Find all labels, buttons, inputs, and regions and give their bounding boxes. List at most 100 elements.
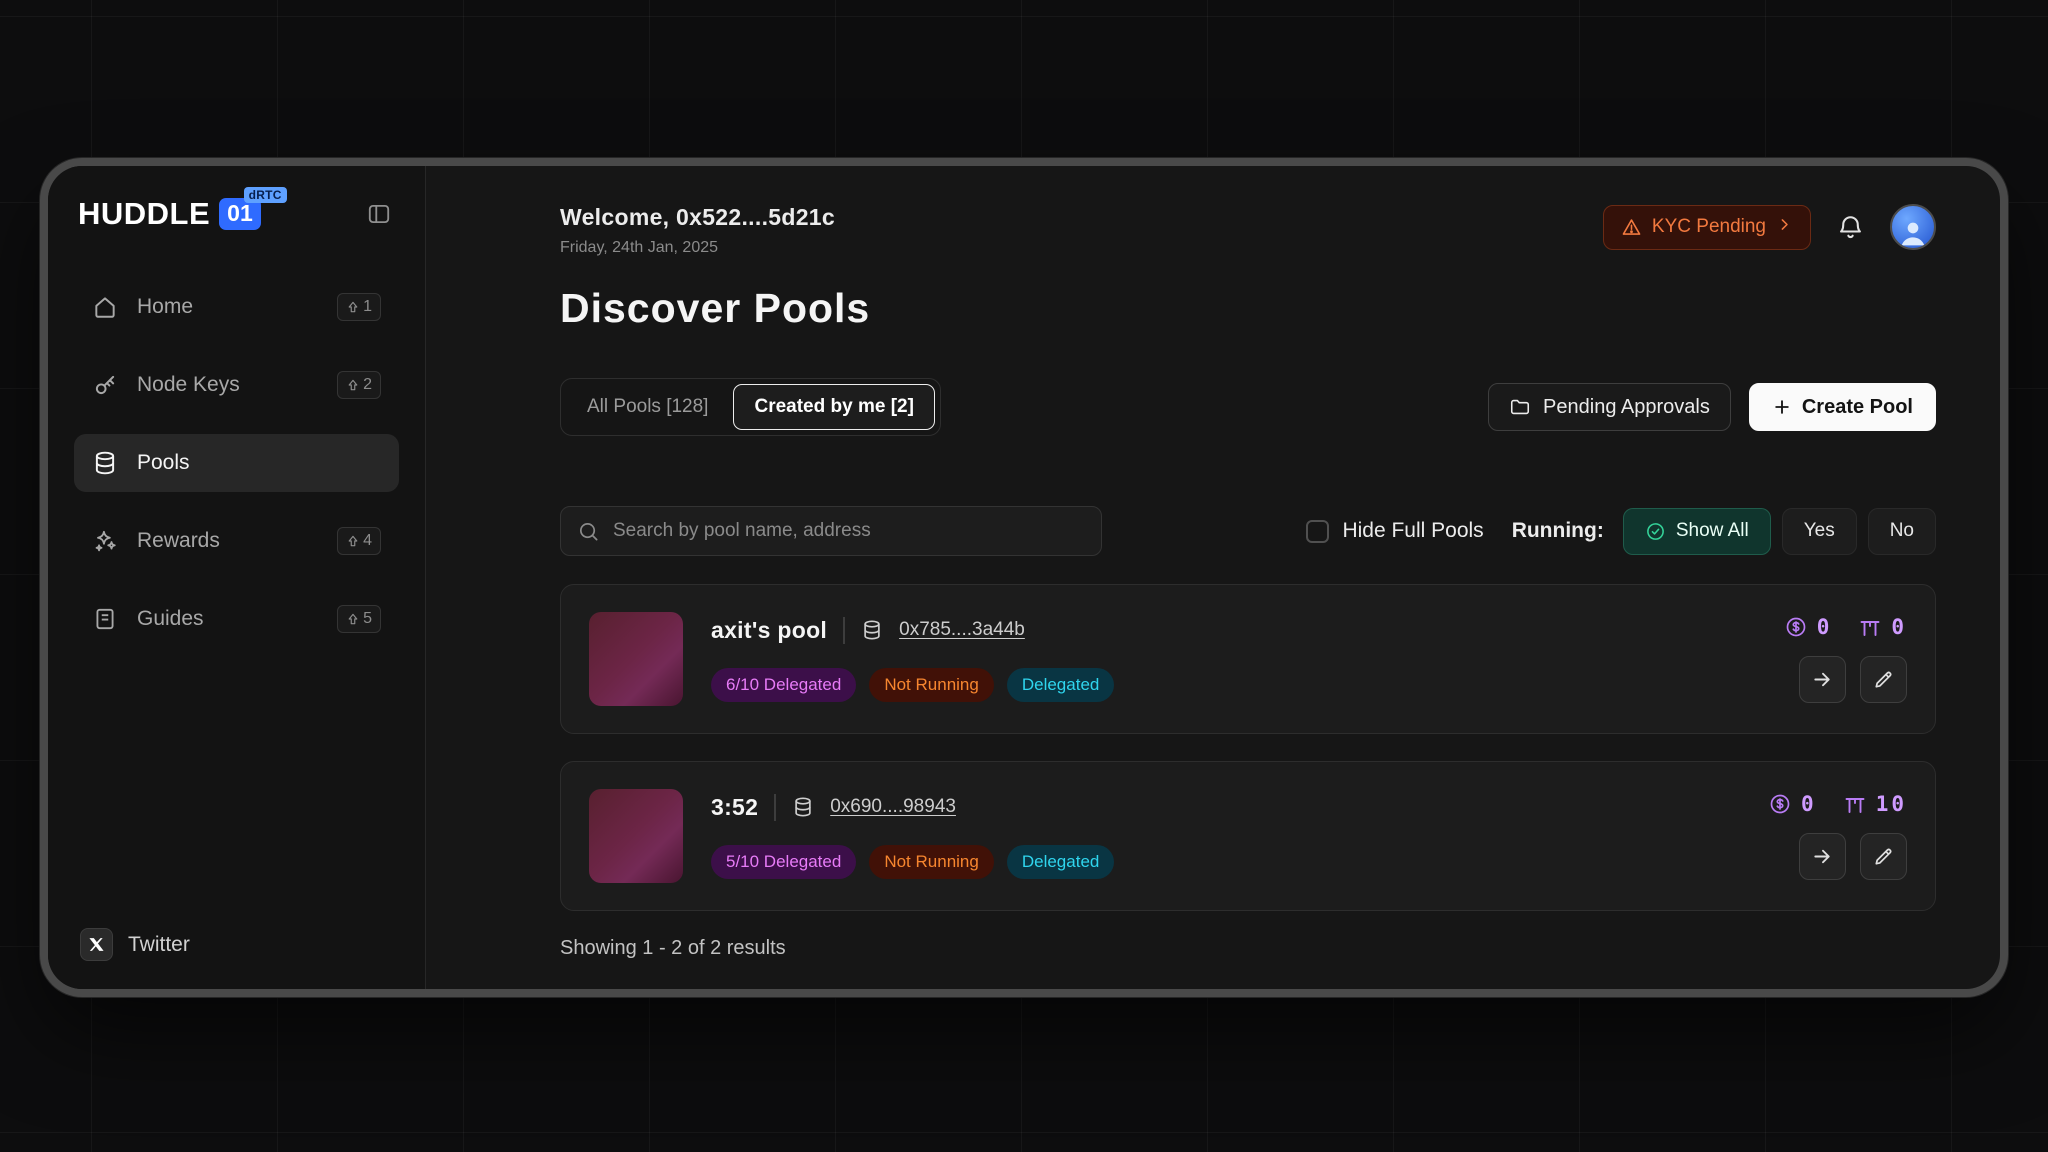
- pool-info: 3:52 0x690....98943 5/10 Delegated Not R…: [711, 794, 1114, 879]
- x-logo-icon[interactable]: [80, 928, 113, 961]
- pencil-icon: [1872, 668, 1895, 691]
- shift-icon: [346, 300, 360, 314]
- app-window: HUDDLE 01 dRTC Home: [48, 166, 2000, 989]
- shortcut-number: 5: [363, 610, 372, 628]
- kyc-pending-button[interactable]: KYC Pending: [1603, 205, 1811, 250]
- shortcut-badge: 4: [337, 527, 381, 555]
- notifications-bell-icon[interactable]: [1836, 213, 1865, 242]
- sidebar-item-pools[interactable]: Pools: [74, 434, 399, 492]
- shift-icon: [346, 612, 360, 626]
- nodes-count: 10: [1876, 792, 1907, 816]
- edit-pool-button[interactable]: [1860, 833, 1907, 880]
- database-icon: [792, 796, 814, 818]
- edit-pool-button[interactable]: [1860, 656, 1907, 703]
- pool-card: axit's pool 0x785....3a44b 6/10 Delegate…: [560, 584, 1936, 734]
- create-pool-button[interactable]: Create Pool: [1749, 383, 1936, 431]
- shortcut-badge: 1: [337, 293, 381, 321]
- running-show-all-button[interactable]: Show All: [1623, 508, 1771, 555]
- sidebar-item-label: Rewards: [137, 529, 318, 553]
- credits-count: 0: [1817, 615, 1833, 639]
- hide-full-pools-checkbox[interactable]: [1306, 520, 1329, 543]
- sidebar-item-home[interactable]: Home 1: [74, 278, 399, 336]
- sidebar-item-rewards[interactable]: Rewards 4: [74, 512, 399, 570]
- coin-dollar-icon: [1784, 615, 1808, 639]
- tab-created-by-me[interactable]: Created by me [2]: [733, 384, 934, 430]
- pools-tabs: All Pools [128] Created by me [2]: [560, 378, 941, 436]
- sidebar-item-node-keys[interactable]: Node Keys 2: [74, 356, 399, 414]
- shortcut-number: 1: [363, 298, 372, 316]
- shortcut-number: 4: [363, 532, 372, 550]
- sidebar-item-guides[interactable]: Guides 5: [74, 590, 399, 648]
- running-no-button[interactable]: No: [1868, 508, 1936, 555]
- sidebar-item-label: Guides: [137, 607, 318, 631]
- welcome-text: Welcome, 0x522....5d21c: [560, 204, 835, 231]
- nodes-stat: 0: [1858, 615, 1907, 639]
- sidebar-item-label: Pools: [137, 451, 381, 475]
- key-icon: [92, 372, 118, 398]
- pool-name: axit's pool: [711, 617, 827, 644]
- pool-address-link[interactable]: 0x690....98943: [830, 796, 956, 818]
- database-icon: [92, 450, 118, 476]
- open-pool-button[interactable]: [1799, 656, 1846, 703]
- pool-name: 3:52: [711, 794, 758, 821]
- plus-icon: [1772, 397, 1792, 417]
- desktop-background: HUDDLE 01 dRTC Home: [0, 0, 2048, 1152]
- page-title: Discover Pools: [560, 285, 1936, 332]
- user-avatar[interactable]: [1890, 204, 1936, 250]
- search-icon: [577, 520, 600, 543]
- mode-badge: Delegated: [1007, 668, 1115, 702]
- twitter-link[interactable]: Twitter: [128, 933, 190, 957]
- sidebar: HUDDLE 01 dRTC Home: [48, 166, 426, 989]
- sidebar-item-label: Home: [137, 295, 318, 319]
- arrow-right-icon: [1811, 845, 1834, 868]
- credits-stat: 0: [1784, 615, 1833, 639]
- sidebar-item-label: Node Keys: [137, 373, 318, 397]
- pool-address-link[interactable]: 0x785....3a44b: [899, 619, 1025, 641]
- sidebar-collapse-icon[interactable]: [363, 198, 395, 230]
- shortcut-number: 2: [363, 376, 372, 394]
- coin-dollar-icon: [1768, 792, 1792, 816]
- nodes-stat: 10: [1843, 792, 1907, 816]
- running-label: Running:: [1512, 519, 1604, 543]
- open-pool-button[interactable]: [1799, 833, 1846, 880]
- kyc-pending-label: KYC Pending: [1652, 216, 1766, 238]
- logo-drtc-badge: dRTC: [244, 187, 287, 203]
- toolbar-actions: Pending Approvals Create Pool: [1488, 383, 1936, 431]
- folder-icon: [1509, 396, 1531, 418]
- show-all-label: Show All: [1676, 520, 1749, 542]
- pending-approvals-button[interactable]: Pending Approvals: [1488, 383, 1731, 431]
- top-bar: Welcome, 0x522....5d21c Friday, 24th Jan…: [560, 204, 1936, 257]
- search-input[interactable]: [613, 520, 1085, 542]
- sparkles-icon: [92, 528, 118, 554]
- tab-all-pools[interactable]: All Pools [128]: [566, 384, 729, 430]
- pool-card: 3:52 0x690....98943 5/10 Delegated Not R…: [560, 761, 1936, 911]
- divider: [843, 617, 845, 644]
- pool-avatar: [589, 789, 683, 883]
- arrow-right-icon: [1811, 668, 1834, 691]
- search-box[interactable]: [560, 506, 1102, 556]
- hide-full-pools-label: Hide Full Pools: [1342, 519, 1483, 543]
- sidebar-footer: Twitter: [74, 928, 399, 961]
- pencil-icon: [1872, 845, 1895, 868]
- delegation-badge: 6/10 Delegated: [711, 668, 856, 702]
- shift-icon: [346, 378, 360, 392]
- top-actions: KYC Pending: [1603, 204, 1936, 250]
- shortcut-badge: 5: [337, 605, 381, 633]
- status-badge: Not Running: [869, 668, 994, 702]
- results-count: Showing 1 - 2 of 2 results: [560, 937, 1936, 960]
- pool-right: 0 0: [1784, 615, 1907, 703]
- logo-badge-wrap: 01 dRTC: [219, 198, 261, 230]
- huddle01-logo: HUDDLE 01 dRTC: [78, 196, 261, 232]
- filter-group: Hide Full Pools Running: Show All Yes No: [1306, 508, 1936, 555]
- shortcut-badge: 2: [337, 371, 381, 399]
- logo-wordmark: HUDDLE: [78, 196, 210, 232]
- status-badge: Not Running: [869, 845, 994, 879]
- running-yes-button[interactable]: Yes: [1782, 508, 1857, 555]
- gate-icon: [1858, 615, 1882, 639]
- main-content: Welcome, 0x522....5d21c Friday, 24th Jan…: [426, 166, 2000, 989]
- home-icon: [92, 294, 118, 320]
- check-circle-icon: [1645, 521, 1666, 542]
- tabs-row: All Pools [128] Created by me [2] Pendin…: [560, 378, 1936, 436]
- book-icon: [92, 606, 118, 632]
- credits-stat: 0: [1768, 792, 1817, 816]
